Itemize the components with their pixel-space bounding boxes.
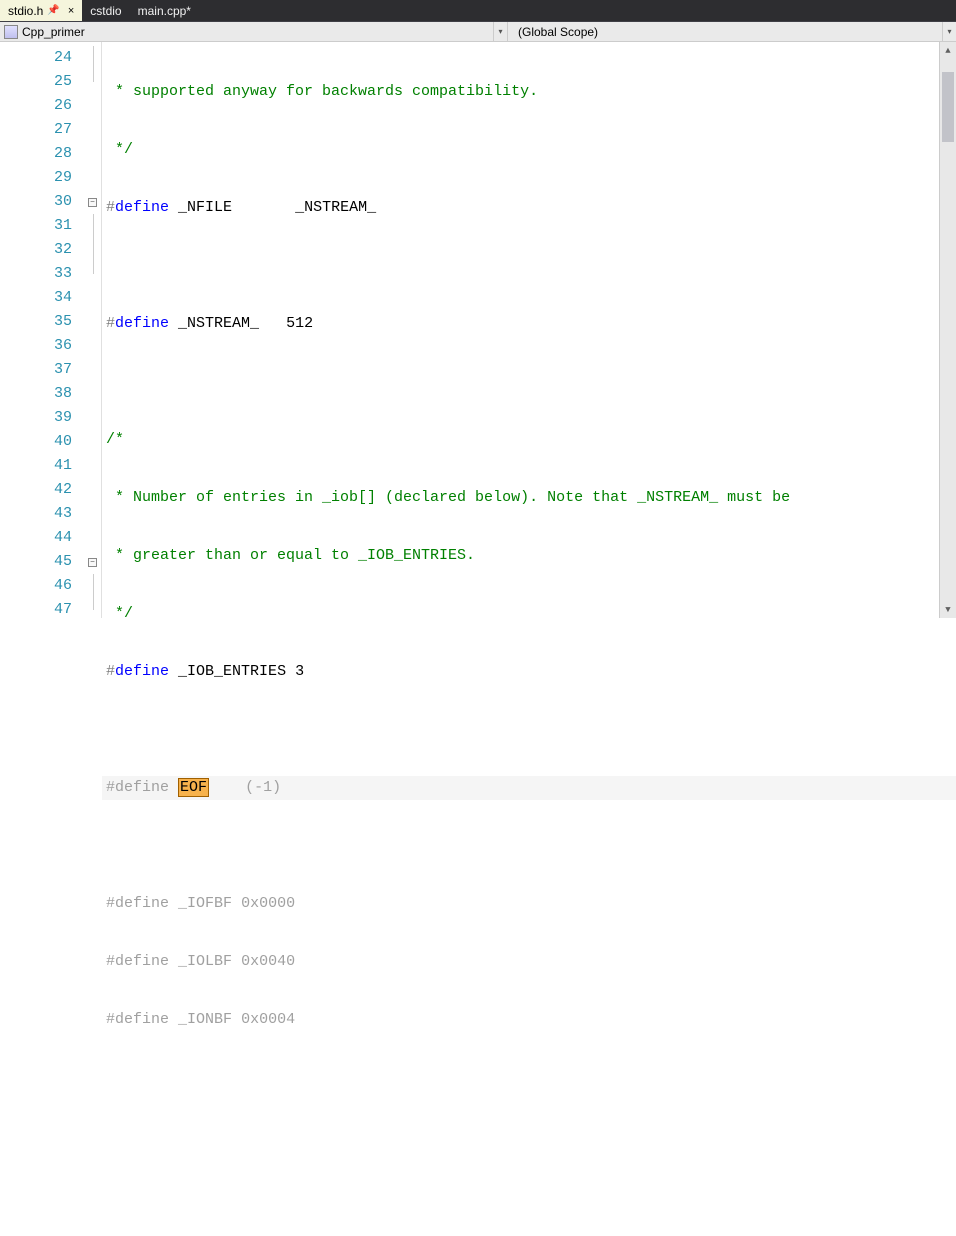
line-number: 47	[0, 598, 72, 622]
pin-icon[interactable]: 📌	[47, 5, 59, 16]
line-number: 41	[0, 454, 72, 478]
code-text: * Number of entries in _iob[] (declared …	[106, 489, 790, 506]
scroll-down-icon[interactable]: ▼	[940, 601, 956, 618]
fold-toggle[interactable]: −	[88, 198, 97, 207]
macro-value: 0x0000	[241, 895, 295, 912]
code-text: */	[106, 605, 133, 622]
code-text: */	[106, 141, 133, 158]
project-name: Cpp_primer	[22, 25, 85, 39]
line-number: 44	[0, 526, 72, 550]
line-number: 38	[0, 382, 72, 406]
macro-name: _NSTREAM_	[178, 315, 259, 332]
global-scope-dropdown[interactable]: (Global Scope) ▾	[508, 22, 956, 41]
line-number: 31	[0, 214, 72, 238]
project-scope-dropdown[interactable]: Cpp_primer ▾	[0, 22, 508, 41]
scope-text: (Global Scope)	[518, 25, 598, 39]
line-number: 36	[0, 334, 72, 358]
line-number: 42	[0, 478, 72, 502]
line-number: 29	[0, 166, 72, 190]
close-icon[interactable]: ×	[68, 5, 74, 17]
line-number: 33	[0, 262, 72, 286]
line-number-gutter: 24 25 26 27 28 29 30 31 32 33 34 35 36 3…	[0, 42, 84, 618]
tab-bar: stdio.h 📌 × cstdio main.cpp*	[0, 0, 956, 22]
line-number: 35	[0, 310, 72, 334]
line-number: 26	[0, 94, 72, 118]
line-number: 28	[0, 142, 72, 166]
code-text: /*	[106, 431, 124, 448]
macro-name: _IOLBF	[178, 953, 232, 970]
tab-stdio-h[interactable]: stdio.h 📌 ×	[0, 0, 82, 21]
tab-label: main.cpp*	[138, 4, 191, 18]
line-number: 27	[0, 118, 72, 142]
macro-value: 3	[295, 663, 304, 680]
line-number: 25	[0, 70, 72, 94]
macro-name: _IONBF	[178, 1011, 232, 1028]
line-number: 40	[0, 430, 72, 454]
macro-name: _NFILE	[178, 199, 232, 216]
line-number: 37	[0, 358, 72, 382]
line-number: 30	[0, 190, 72, 214]
line-number: 32	[0, 238, 72, 262]
line-number: 46	[0, 574, 72, 598]
highlighted-symbol: EOF	[178, 778, 209, 797]
project-icon	[4, 25, 18, 39]
tab-cstdio[interactable]: cstdio	[82, 0, 129, 21]
code-text: * supported anyway for backwards compati…	[106, 83, 538, 100]
scroll-up-icon[interactable]: ▲	[940, 42, 956, 59]
code-text: * greater than or equal to _IOB_ENTRIES.	[106, 547, 475, 564]
macro-value: 0x0040	[241, 953, 295, 970]
macro-name: _IOB_ENTRIES	[178, 663, 286, 680]
macro-value: _NSTREAM_	[295, 199, 376, 216]
code-content[interactable]: * supported anyway for backwards compati…	[102, 42, 956, 618]
tab-main-cpp[interactable]: main.cpp*	[130, 0, 199, 21]
vertical-scrollbar[interactable]: ▲ ▼	[939, 42, 956, 618]
macro-name: _IOFBF	[178, 895, 232, 912]
line-number: 45	[0, 550, 72, 574]
chevron-down-icon[interactable]: ▾	[493, 22, 507, 41]
tab-label: stdio.h	[8, 4, 43, 18]
chevron-down-icon[interactable]: ▾	[942, 22, 956, 41]
line-number: 43	[0, 502, 72, 526]
code-editor[interactable]: 24 25 26 27 28 29 30 31 32 33 34 35 36 3…	[0, 42, 956, 618]
macro-value: (-1)	[245, 779, 281, 796]
line-number: 39	[0, 406, 72, 430]
scope-bar: Cpp_primer ▾ (Global Scope) ▾	[0, 22, 956, 42]
fold-toggle[interactable]: −	[88, 558, 97, 567]
scrollbar-thumb[interactable]	[942, 72, 954, 142]
tab-label: cstdio	[90, 4, 121, 18]
current-line-highlight	[102, 776, 956, 800]
fold-column: − −	[84, 42, 102, 618]
line-number: 24	[0, 46, 72, 70]
macro-value: 0x0004	[241, 1011, 295, 1028]
line-number: 34	[0, 286, 72, 310]
macro-value: 512	[286, 315, 313, 332]
